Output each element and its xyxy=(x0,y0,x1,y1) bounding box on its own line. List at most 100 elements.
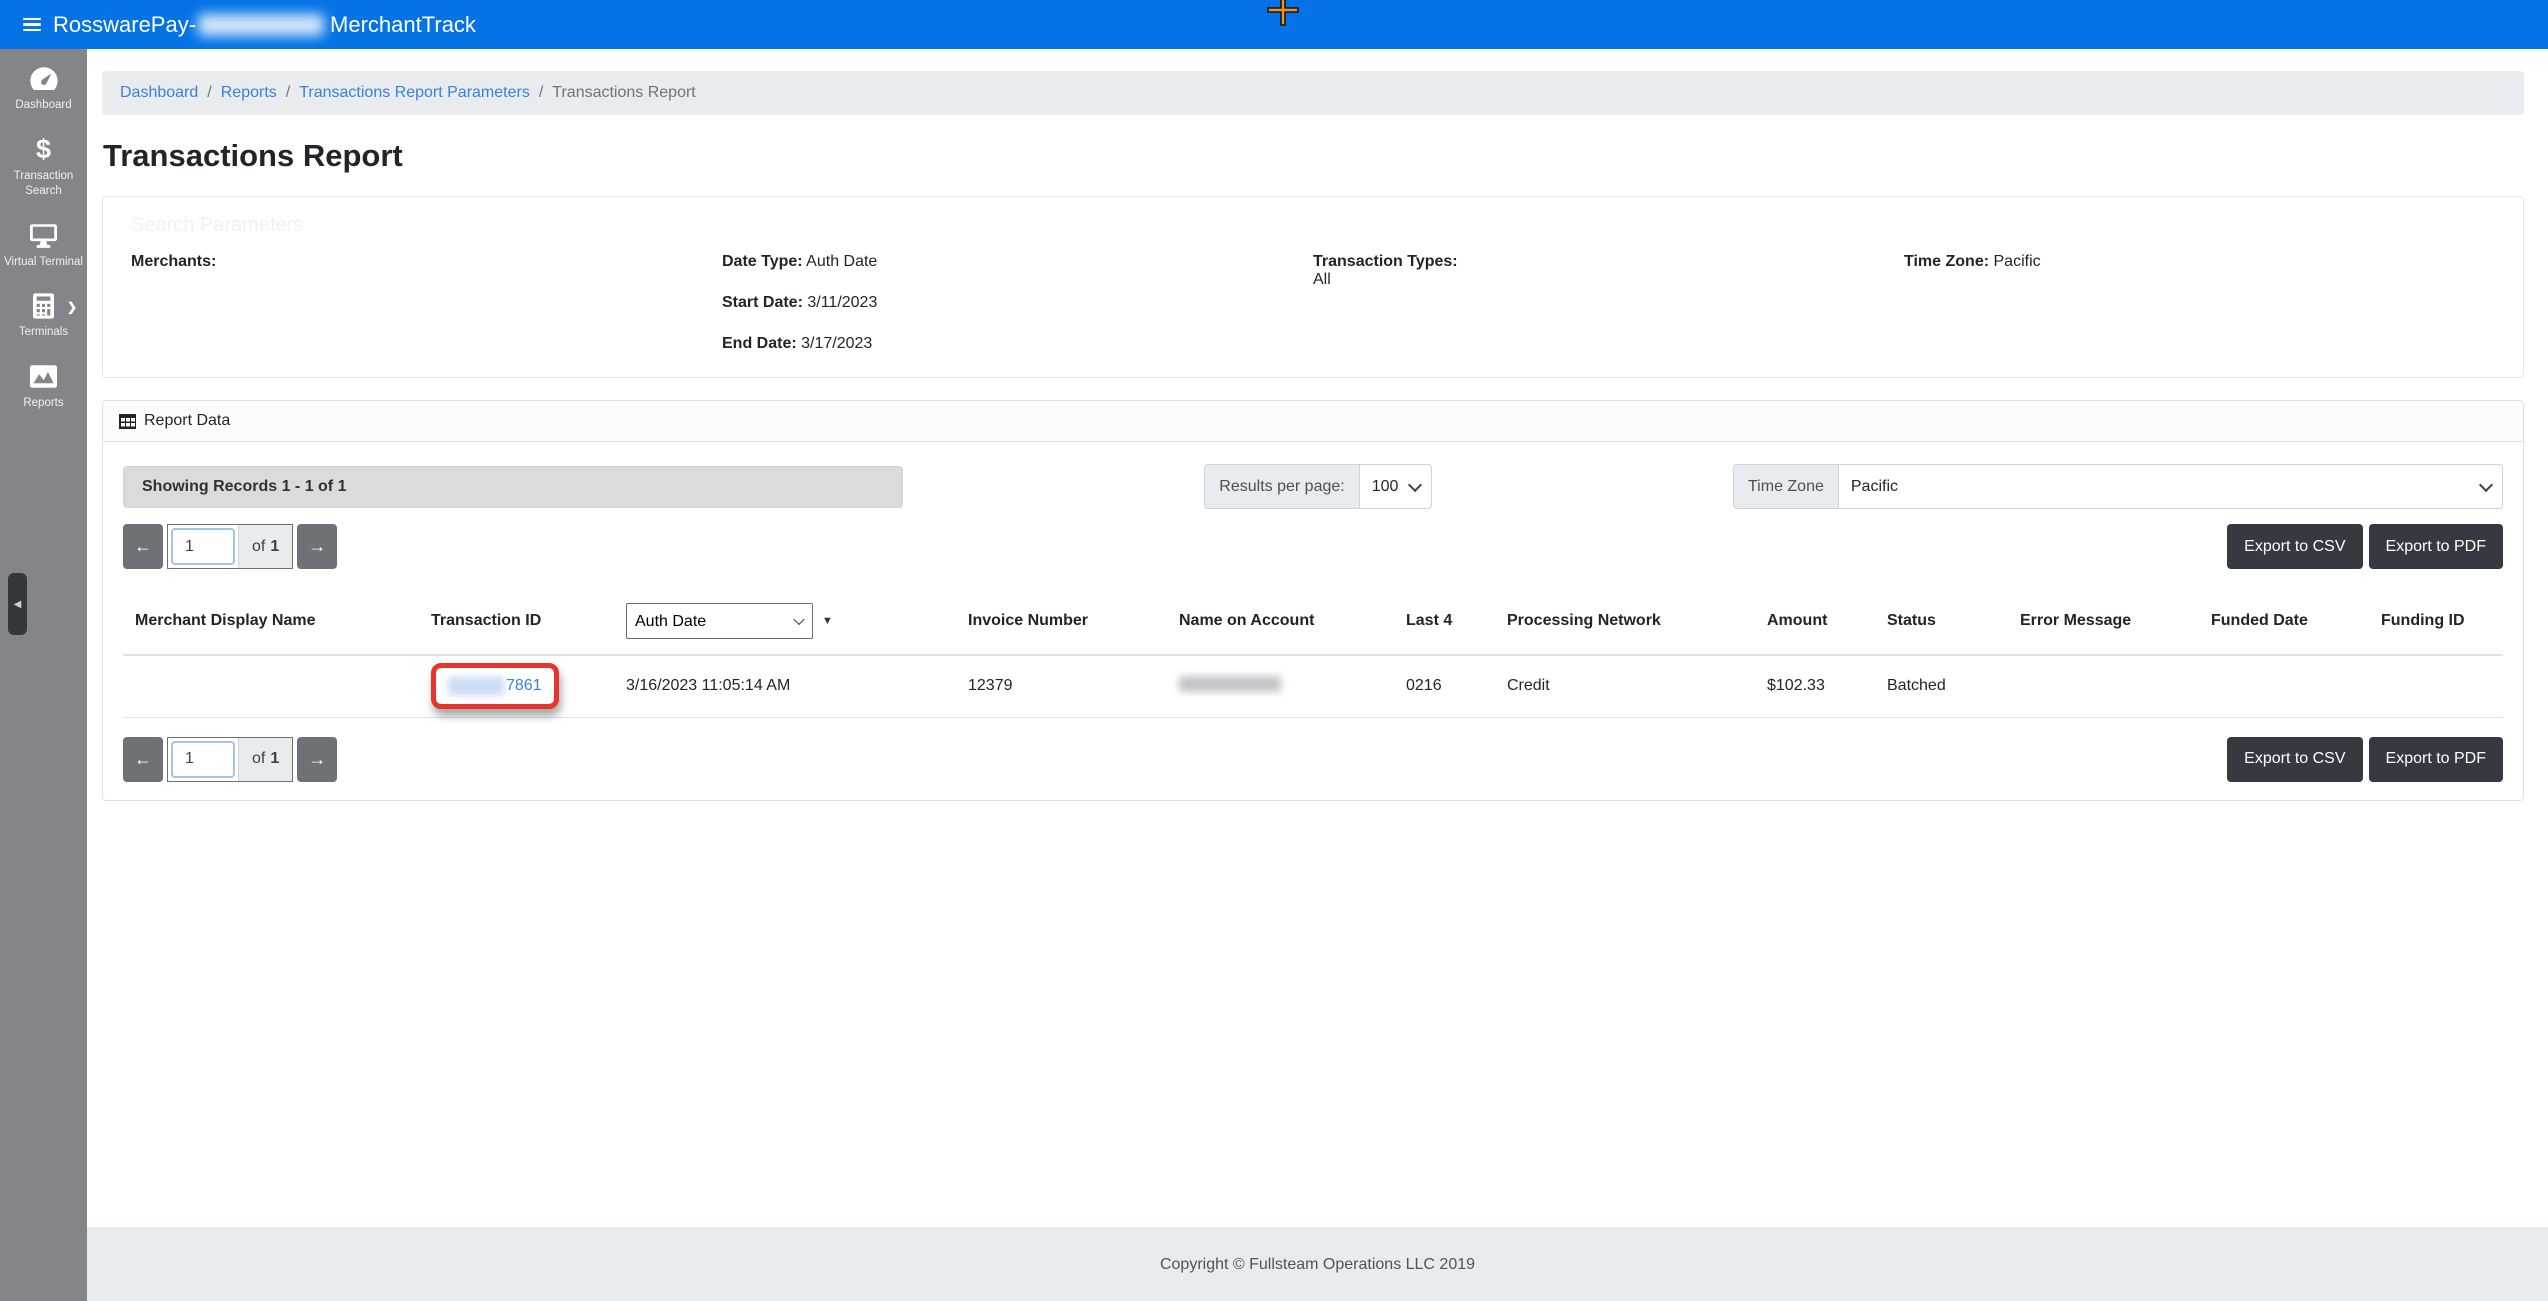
main-content: Dashboard / Reports / Transactions Repor… xyxy=(87,49,2548,1227)
cell-merchant-display-name xyxy=(123,655,419,717)
cell-invoice-number: 12379 xyxy=(956,655,1167,717)
param-merchants: Merchants: xyxy=(131,253,722,376)
param-dates: Date Type: Auth Date Start Date: 3/11/20… xyxy=(722,253,1313,376)
col-status: Status xyxy=(1875,595,2008,655)
param-transaction-types: Transaction Types: All xyxy=(1313,253,1904,376)
results-per-page-select[interactable]: 100 xyxy=(1359,464,1432,509)
export-pdf-button[interactable]: Export to PDF xyxy=(2369,524,2503,569)
sidebar-item-label: Virtual Terminal xyxy=(4,255,83,271)
monitor-icon xyxy=(30,221,57,251)
export-pdf-button[interactable]: Export to PDF xyxy=(2369,737,2503,782)
export-buttons-bottom: Export to CSV Export to PDF xyxy=(2227,737,2503,782)
col-merchant-display-name: Merchant Display Name xyxy=(123,595,419,655)
export-buttons-top: Export to CSV Export to PDF xyxy=(2227,524,2503,569)
col-transaction-id: Transaction ID xyxy=(419,595,614,655)
param-start-date: Start Date: 3/11/2023 xyxy=(722,294,1313,312)
red-highlight-annotation: 7861 xyxy=(431,663,559,709)
sidebar-item-label: Reports xyxy=(23,396,63,412)
time-zone-value: Pacific xyxy=(1994,253,2041,270)
cell-funding-id xyxy=(2369,655,2503,717)
time-zone-label: Time Zone xyxy=(1733,464,1838,509)
export-csv-button[interactable]: Export to CSV xyxy=(2227,737,2362,782)
next-page-button[interactable]: → xyxy=(297,524,337,569)
cell-last-4: 0216 xyxy=(1394,655,1495,717)
breadcrumb-current: Transactions Report xyxy=(552,84,695,102)
param-time-zone: Time Zone: Pacific xyxy=(1904,253,2495,376)
chevron-right-icon: ❯ xyxy=(67,299,77,315)
sidebar-item-label: Dashboard xyxy=(15,98,71,114)
cell-name-on-account xyxy=(1167,655,1394,717)
pagination-top: ← of 1 → xyxy=(123,524,337,569)
cell-transaction-id: 7861 xyxy=(419,655,614,717)
transaction-id-link[interactable]: 7861 xyxy=(506,677,542,695)
sidebar-nav: Dashboard $ Transaction Search Virtual T… xyxy=(0,49,87,1301)
time-zone-select[interactable]: Pacific xyxy=(1838,464,2503,509)
sort-direction-caret-icon[interactable]: ▼ xyxy=(822,615,833,627)
breadcrumb-separator: / xyxy=(207,84,211,102)
breadcrumb-dashboard[interactable]: Dashboard xyxy=(120,84,198,102)
sidebar-item-label: Transaction Search xyxy=(3,169,84,200)
name-on-account-redacted xyxy=(1179,676,1281,692)
cell-auth-date: 3/16/2023 11:05:14 AM xyxy=(614,655,956,717)
cell-status: Batched xyxy=(1875,655,2008,717)
copyright-text: Copyright © Fullsteam Operations LLC 201… xyxy=(1160,1256,1475,1274)
crosshair-cursor xyxy=(1266,0,1300,27)
page-number-input[interactable] xyxy=(171,741,235,778)
param-end-date: End Date: 3/17/2023 xyxy=(722,335,1313,353)
col-processing-network: Processing Network xyxy=(1495,595,1755,655)
results-per-page-group: Results per page: 100 xyxy=(1204,464,1431,509)
report-data-header: Report Data xyxy=(103,401,2523,442)
brand-suffix: MerchantTrack xyxy=(330,12,476,38)
table-header-row: Merchant Display Name Transaction ID Aut… xyxy=(123,595,2503,655)
col-invoice-number: Invoice Number xyxy=(956,595,1167,655)
breadcrumb-separator: / xyxy=(539,84,543,102)
calculator-icon xyxy=(33,291,54,321)
col-amount: Amount xyxy=(1755,595,1875,655)
col-name-on-account: Name on Account xyxy=(1167,595,1394,655)
dollar-icon: $ xyxy=(36,135,51,165)
showing-records: Showing Records 1 - 1 of 1 xyxy=(123,466,903,508)
report-data-card: Report Data Showing Records 1 - 1 of 1 R… xyxy=(102,400,2524,801)
date-column-select[interactable]: Auth Date xyxy=(626,603,813,639)
table-icon xyxy=(119,414,136,429)
transaction-id-redacted xyxy=(448,677,504,695)
export-csv-button[interactable]: Export to CSV xyxy=(2227,524,2362,569)
merchants-label: Merchants: xyxy=(131,253,216,270)
sidebar-item-dashboard[interactable]: Dashboard xyxy=(0,64,87,114)
col-error-message: Error Message xyxy=(2008,595,2199,655)
app-brand: RosswarePay- MerchantTrack xyxy=(53,12,476,38)
chart-area-icon xyxy=(30,362,57,392)
breadcrumb-transactions-report-parameters[interactable]: Transactions Report Parameters xyxy=(299,84,530,102)
breadcrumb: Dashboard / Reports / Transactions Repor… xyxy=(102,71,2524,115)
search-parameters-title: Search Parameters xyxy=(131,214,2495,237)
prev-page-button[interactable]: ← xyxy=(123,737,163,782)
sidebar-item-virtual-terminal[interactable]: Virtual Terminal xyxy=(0,221,87,271)
end-date-value: 3/17/2023 xyxy=(801,335,872,352)
brand-prefix: RosswarePay- xyxy=(53,12,196,38)
page-count: of 1 xyxy=(238,738,292,781)
transactions-table: Merchant Display Name Transaction ID Aut… xyxy=(123,595,2503,718)
cell-amount: $102.33 xyxy=(1755,655,1875,717)
results-per-page-label: Results per page: xyxy=(1204,464,1358,509)
col-sort-date: Auth Date ▼ xyxy=(614,595,956,655)
brand-redacted-merchant xyxy=(198,14,324,36)
gauge-icon xyxy=(29,64,59,94)
sidebar-item-label: Terminals xyxy=(19,325,68,341)
sidebar-item-reports[interactable]: Reports xyxy=(0,362,87,412)
sidebar-collapse-handle[interactable]: ◀ xyxy=(8,573,27,635)
next-page-button[interactable]: → xyxy=(297,737,337,782)
cell-funded-date xyxy=(2199,655,2369,717)
prev-page-button[interactable]: ← xyxy=(123,524,163,569)
page-number-input[interactable] xyxy=(171,528,235,565)
col-funding-id: Funding ID xyxy=(2369,595,2503,655)
report-data-title: Report Data xyxy=(144,412,230,430)
time-zone-group: Time Zone Pacific xyxy=(1733,464,2503,509)
col-funded-date: Funded Date xyxy=(2199,595,2369,655)
page-title: Transactions Report xyxy=(103,138,2524,174)
sidebar-item-terminals[interactable]: ❯ Terminals xyxy=(0,291,87,341)
cell-error-message xyxy=(2008,655,2199,717)
sidebar-item-transaction-search[interactable]: $ Transaction Search xyxy=(0,135,87,200)
breadcrumb-reports[interactable]: Reports xyxy=(221,84,277,102)
page-number-group: of 1 xyxy=(167,524,293,569)
hamburger-menu-icon[interactable] xyxy=(23,18,41,32)
